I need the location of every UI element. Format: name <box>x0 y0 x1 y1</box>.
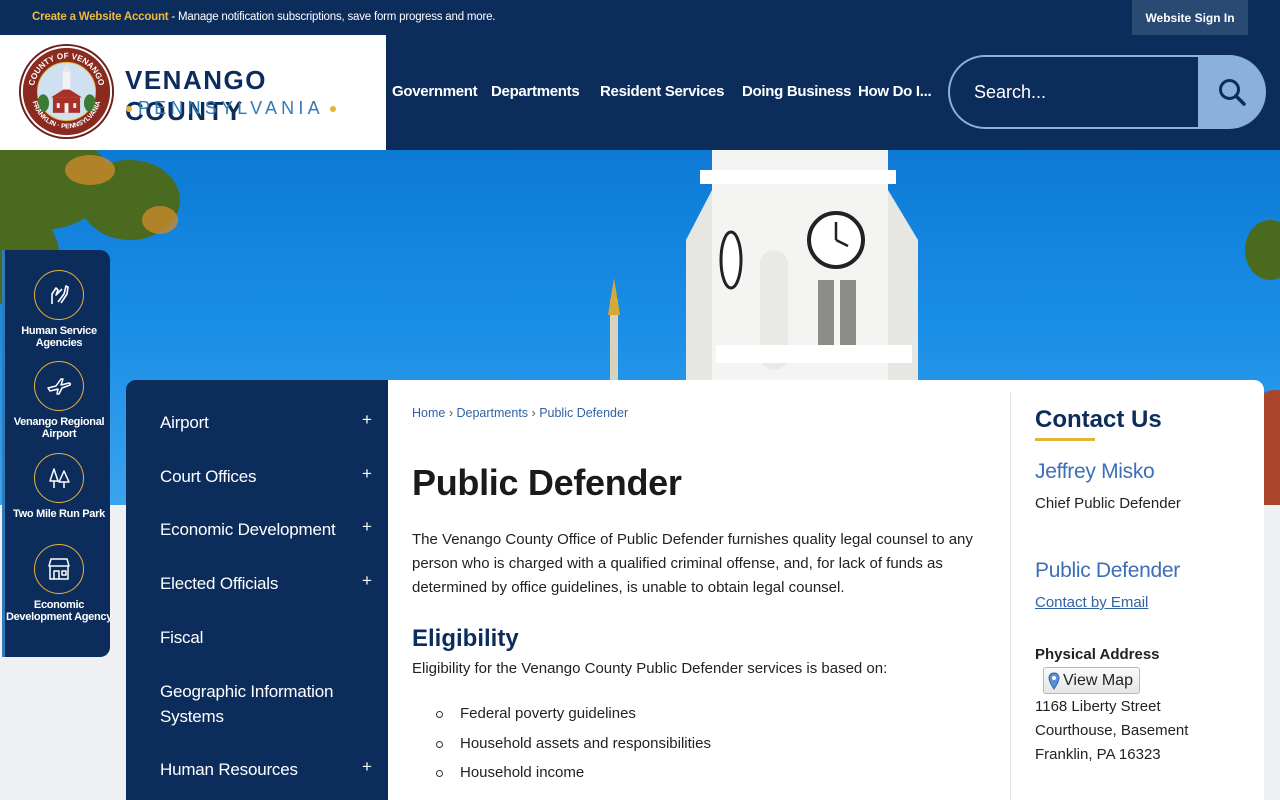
physical-address-label: Physical Address <box>1035 646 1160 663</box>
intro-paragraph: The Venango County Office of Public Defe… <box>412 531 973 596</box>
quick-link-economic-development[interactable]: Economic Development Agency <box>5 544 113 623</box>
sidebar-item-fiscal[interactable]: Fiscal <box>160 625 203 650</box>
heading-underline <box>1035 438 1095 441</box>
quick-link-label: Human Service Agencies <box>21 325 97 349</box>
breadcrumb: Home › Departments › Public Defender <box>412 406 628 420</box>
page-title: Public Defender <box>412 462 682 503</box>
department-sidebar-menu: Airport + Court Offices + Economic Devel… <box>126 380 388 800</box>
sidebar-item-elected-officials[interactable]: Elected Officials <box>160 571 278 596</box>
search-bar <box>948 55 1266 129</box>
expand-human-resources-icon[interactable]: + <box>362 757 372 777</box>
sidebar-item-airport[interactable]: Airport <box>160 410 209 435</box>
list-item: Federal poverty guidelines <box>436 705 711 735</box>
quick-link-park[interactable]: Two Mile Run Park <box>5 453 113 520</box>
trees-icon <box>34 453 84 503</box>
logo-dot-left <box>126 105 132 112</box>
nav-resident-services[interactable]: Resident Services <box>600 83 724 100</box>
eligibility-text: Eligibility for the Venango County Publi… <box>412 660 888 677</box>
account-message: Create a Website Account - Manage notifi… <box>32 11 495 23</box>
sidebar-item-court-offices[interactable]: Court Offices <box>160 464 256 489</box>
breadcrumb-home[interactable]: Home <box>412 406 445 420</box>
create-account-link[interactable]: Create a Website Account <box>32 11 169 23</box>
column-divider <box>1010 392 1011 800</box>
logo-subtitle: PENNSYLVANIA <box>138 98 324 118</box>
storefront-icon <box>34 544 84 594</box>
nav-government[interactable]: Government <box>392 83 478 100</box>
eligibility-heading: Eligibility <box>412 625 519 652</box>
nav-doing-business[interactable]: Doing Business <box>742 83 851 100</box>
county-seal-icon: COUNTY OF VENANGO FRANKLIN · PENNSYLVANI… <box>18 43 115 140</box>
breadcrumb-separator: › <box>448 406 453 420</box>
quick-link-label: Two Mile Run Park <box>13 508 105 520</box>
expand-elected-officials-icon[interactable]: + <box>362 571 372 591</box>
view-map-button[interactable]: View Map <box>1043 667 1140 694</box>
search-icon <box>1219 79 1246 106</box>
search-button[interactable] <box>1198 55 1266 129</box>
hands-icon <box>34 270 84 320</box>
website-sign-in-button[interactable]: Website Sign In <box>1132 0 1248 35</box>
quick-links-panel: Human Service Agencies Venango Regional … <box>2 250 113 657</box>
contact-by-email-link[interactable]: Contact by Email <box>1035 594 1148 611</box>
site-header: COUNTY OF VENANGO FRANKLIN · PENNSYLVANI… <box>0 35 1280 150</box>
logo-dot-right <box>329 105 336 112</box>
search-input[interactable] <box>948 55 1200 129</box>
address-line: Courthouse, Basement <box>1035 722 1189 739</box>
quick-link-label: Venango Regional Airport <box>13 416 105 440</box>
expand-court-offices-icon[interactable]: + <box>362 464 372 484</box>
contact-department: Public Defender <box>1035 559 1180 582</box>
contact-us-heading: Contact Us <box>1035 406 1162 433</box>
sidebar-item-gis[interactable]: Geographic Information Systems <box>160 679 360 729</box>
quick-link-human-service[interactable]: Human Service Agencies <box>5 270 113 349</box>
nav-how-do-i[interactable]: How Do I... <box>858 83 932 100</box>
address-line: Franklin, PA 16323 <box>1035 746 1161 763</box>
sidebar-item-economic-development[interactable]: Economic Development <box>160 517 336 542</box>
contact-name: Jeffrey Misko <box>1035 460 1155 483</box>
quick-link-label: Economic Development Agency <box>5 599 113 623</box>
view-map-label: View Map <box>1063 671 1133 689</box>
account-message-text: - Manage notification subscriptions, sav… <box>168 11 496 23</box>
expand-airport-icon[interactable]: + <box>362 410 372 430</box>
utility-bar: Create a Website Account - Manage notifi… <box>0 0 1280 35</box>
quick-link-airport[interactable]: Venango Regional Airport <box>5 361 113 440</box>
breadcrumb-departments[interactable]: Departments <box>456 406 528 420</box>
logo-subtitle-row: PENNSYLVANIA <box>126 98 336 119</box>
contact-role: Chief Public Defender <box>1035 495 1181 512</box>
airplane-icon <box>34 361 84 411</box>
eligibility-list: Federal poverty guidelines Household ass… <box>436 705 711 794</box>
list-item: Household assets and responsibilities <box>436 735 711 765</box>
breadcrumb-separator: › <box>531 406 536 420</box>
sidebar-item-human-resources[interactable]: Human Resources <box>160 757 298 782</box>
address-line: 1168 Liberty Street <box>1035 698 1161 715</box>
map-pin-icon <box>1048 671 1060 690</box>
nav-departments[interactable]: Departments <box>491 83 580 100</box>
site-logo[interactable]: COUNTY OF VENANGO FRANKLIN · PENNSYLVANI… <box>0 35 386 150</box>
list-item: Household income <box>436 764 711 794</box>
breadcrumb-current[interactable]: Public Defender <box>539 406 628 420</box>
main-content: Home › Departments › Public Defender Pub… <box>388 380 1264 800</box>
expand-economic-development-icon[interactable]: + <box>362 517 372 537</box>
